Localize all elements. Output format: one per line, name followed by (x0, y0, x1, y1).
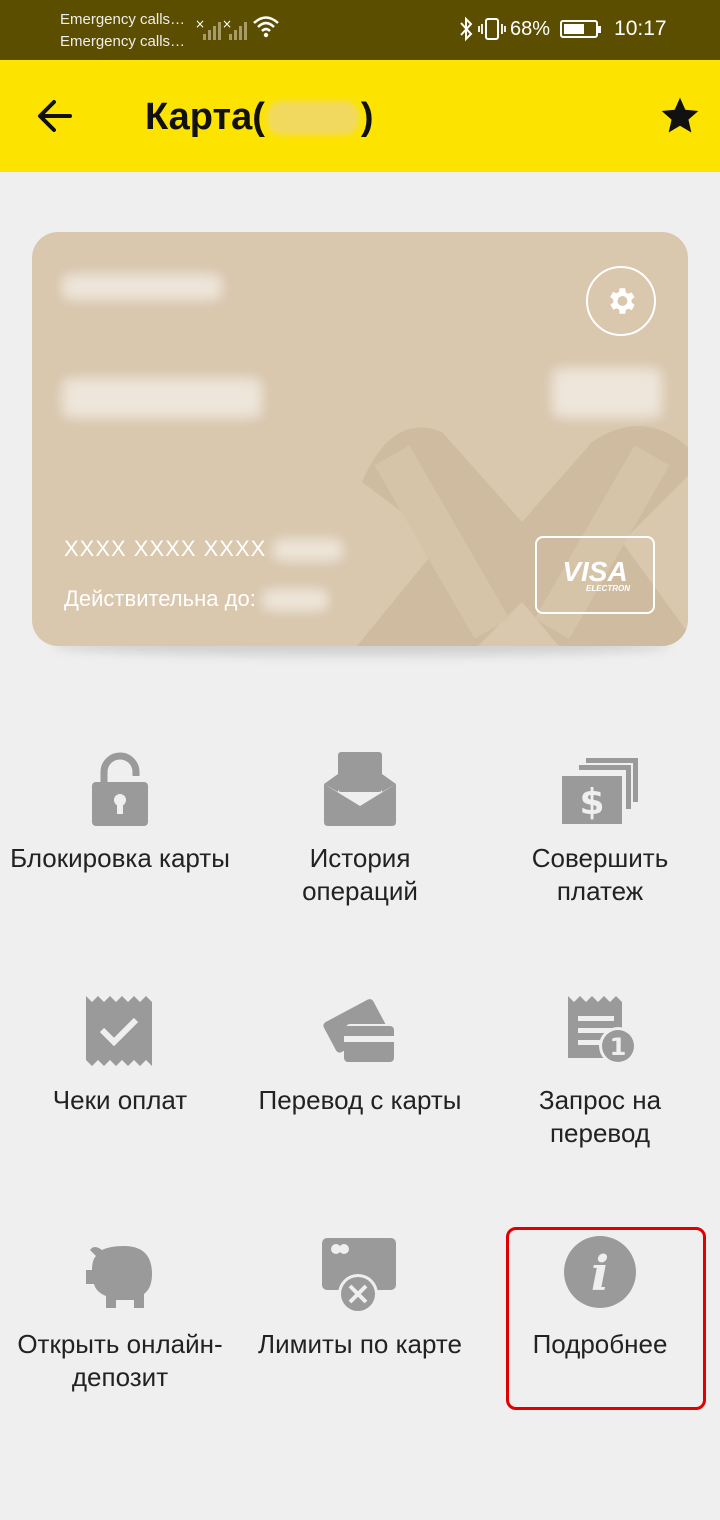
status-notification-2: Emergency calls… (60, 33, 186, 50)
svg-text:×: × (195, 18, 205, 31)
bank-card[interactable]: XXXX XXXX XXXX Действительна до: VISA EL… (32, 232, 688, 646)
action-label: Открыть онлайн-депозит (17, 1329, 223, 1392)
action-label: Перевод с карты (258, 1085, 462, 1115)
redacted-card-name (62, 274, 222, 300)
star-icon (661, 97, 699, 133)
valid-label: Действительна до: (64, 586, 256, 611)
vibrate-icon (478, 18, 506, 40)
card-settings-button[interactable] (586, 266, 656, 336)
action-open-deposit[interactable]: Открыть онлайн-депозит (10, 1236, 230, 1394)
receipt-check-icon (86, 996, 152, 1066)
action-make-payment[interactable]: $ Совершить платеж (490, 750, 710, 908)
action-label: Запрос на перевод (538, 1085, 662, 1148)
card-valid-until: Действительна до: (64, 586, 328, 612)
action-block-card[interactable]: Блокировка карты (10, 750, 230, 875)
action-card-transfer[interactable]: Перевод с карты (250, 992, 470, 1117)
action-receipts[interactable]: Чеки оплат (10, 992, 230, 1117)
highlight-frame (506, 1227, 706, 1410)
redacted-card-digits (266, 100, 359, 135)
action-label: Совершить платеж (531, 843, 669, 906)
action-history[interactable]: История операций (250, 750, 470, 908)
request-receipt-icon: 1 (568, 996, 637, 1065)
wifi-icon (253, 16, 279, 38)
envelope-icon (324, 752, 396, 826)
status-notification-1: Emergency calls… (60, 11, 186, 28)
action-label: Чеки оплат (52, 1085, 188, 1115)
visa-electron-logo: VISA ELECTRON (535, 536, 655, 614)
redacted-currency (552, 368, 662, 418)
back-button[interactable] (30, 90, 82, 142)
battery-icon (560, 20, 602, 38)
card-limit-icon (322, 1238, 396, 1314)
signal-icon: × × (195, 18, 247, 40)
lock-icon (92, 752, 148, 826)
action-label: Лимиты по карте (258, 1329, 462, 1359)
visa-text: VISA (562, 556, 628, 587)
svg-text:×: × (222, 18, 232, 31)
svg-text:1: 1 (610, 1033, 627, 1061)
app-header: Карта( ) (0, 60, 720, 172)
redacted-card-tail (273, 539, 344, 562)
money-stack-icon: $ (562, 758, 638, 824)
status-bar: Emergency calls… Emergency calls… × × 68… (0, 0, 720, 60)
favorite-button[interactable] (658, 94, 702, 138)
piggy-bank-icon (86, 1246, 152, 1308)
card-number-text: XXXX XXXX XXXX (64, 536, 267, 561)
battery-percent: 68% (510, 17, 551, 40)
action-label: История операций (302, 843, 418, 906)
action-label: Блокировка карты (10, 843, 230, 873)
action-transfer-request[interactable]: 1 Запрос на перевод (490, 992, 710, 1150)
title-prefix: Карта( (145, 96, 265, 138)
redacted-balance (62, 378, 262, 418)
clock: 10:17 (614, 17, 667, 40)
visa-sub-text: ELECTRON (586, 584, 630, 593)
page-title: Карта( ) (145, 96, 374, 139)
title-suffix: ) (360, 96, 374, 138)
action-card-limits[interactable]: Лимиты по карте (250, 1236, 470, 1361)
arrow-left-icon (38, 100, 72, 132)
svg-text:$: $ (579, 782, 604, 823)
bluetooth-icon (460, 16, 473, 42)
gear-icon (610, 288, 635, 314)
card-number: XXXX XXXX XXXX (64, 536, 344, 562)
cards-transfer-icon (323, 999, 396, 1062)
redacted-expiry (261, 589, 328, 612)
